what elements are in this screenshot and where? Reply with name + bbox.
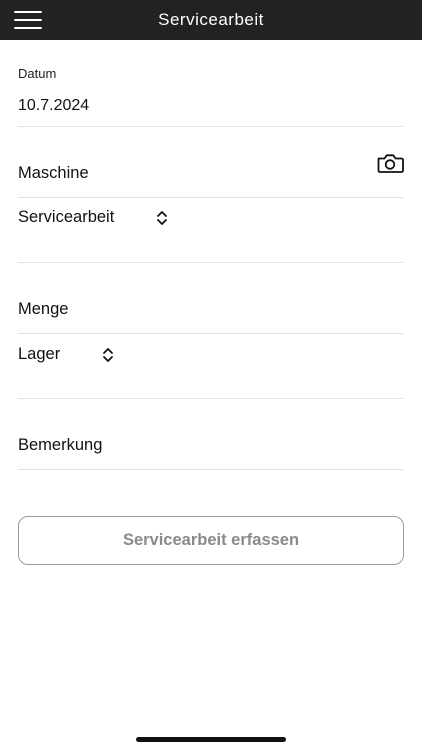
home-indicator bbox=[136, 737, 286, 742]
bemerkung-field[interactable]: Bemerkung bbox=[18, 436, 102, 455]
chevron-updown-icon bbox=[102, 347, 114, 363]
divider bbox=[18, 262, 404, 263]
divider bbox=[18, 398, 404, 399]
page-title: Servicearbeit bbox=[158, 10, 264, 29]
servicearbeit-select-value: Servicearbeit bbox=[18, 208, 115, 226]
datum-field[interactable] bbox=[18, 94, 404, 118]
app-screen: Servicearbeit Datum Maschine Servicearbe… bbox=[0, 0, 422, 750]
divider bbox=[18, 197, 404, 198]
menge-field[interactable]: Menge bbox=[18, 300, 68, 319]
servicearbeit-select[interactable]: Servicearbeit bbox=[18, 208, 168, 227]
lager-select-value: Lager bbox=[18, 345, 61, 363]
divider bbox=[18, 126, 404, 127]
datum-label: Datum bbox=[18, 66, 57, 81]
hamburger-icon[interactable] bbox=[14, 11, 42, 29]
maschine-field[interactable]: Maschine bbox=[18, 164, 89, 183]
chevron-updown-icon bbox=[156, 210, 168, 226]
divider bbox=[18, 469, 404, 470]
submit-button[interactable]: Servicearbeit erfassen bbox=[18, 516, 404, 565]
lager-select[interactable]: Lager bbox=[18, 345, 114, 364]
divider bbox=[18, 333, 404, 334]
camera-icon[interactable] bbox=[376, 152, 404, 174]
top-bar: Servicearbeit bbox=[0, 0, 422, 40]
